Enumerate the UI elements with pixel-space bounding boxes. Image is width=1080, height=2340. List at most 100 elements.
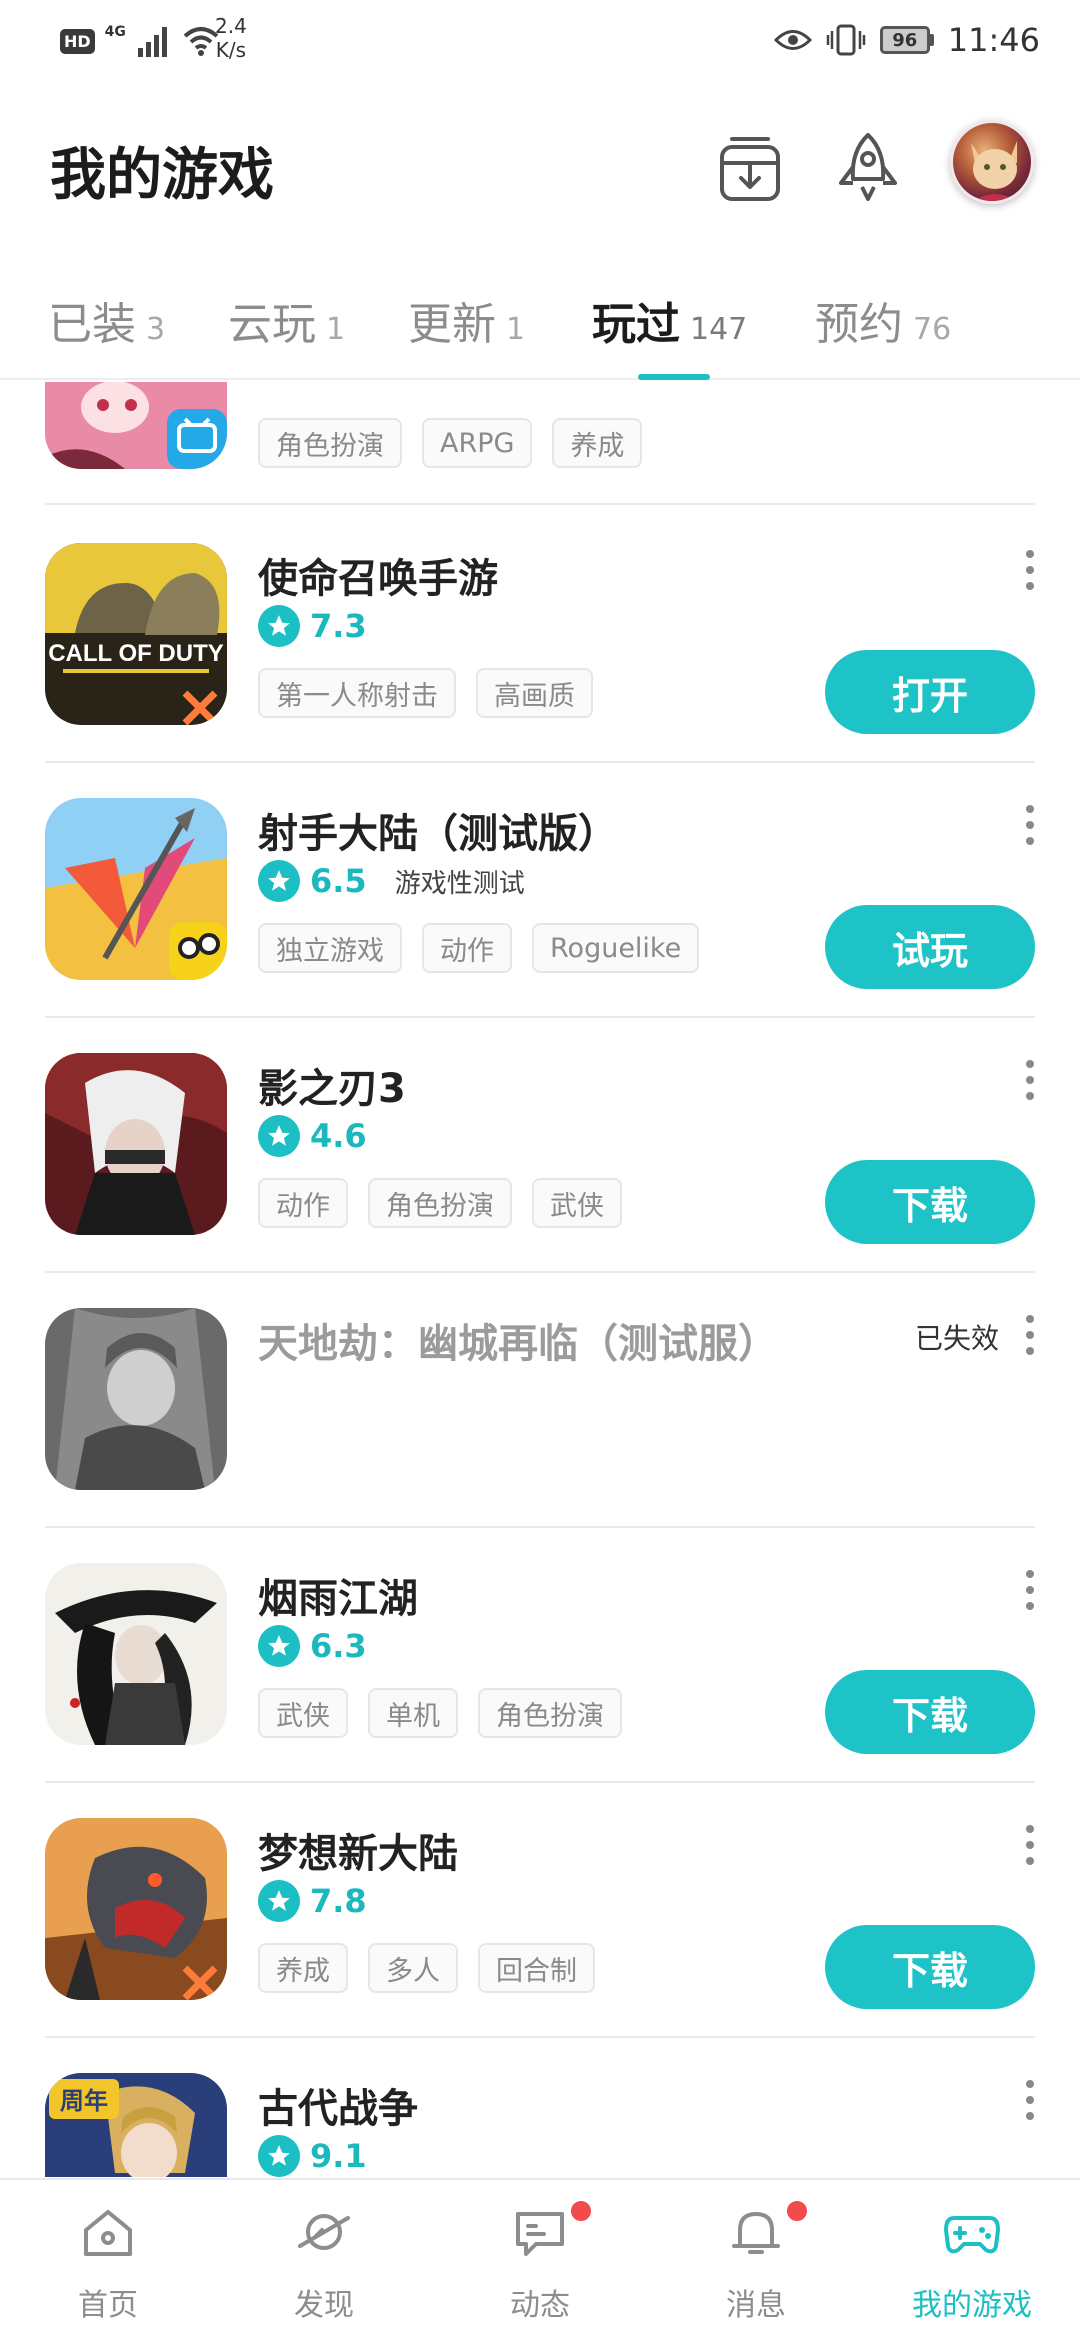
game-icon[interactable]: 周年 <box>45 2073 227 2177</box>
star-icon <box>258 605 300 647</box>
nav-discover[interactable]: 发现 <box>216 2180 432 2340</box>
tag: 动作 <box>422 923 512 973</box>
game-row[interactable]: CALL OF DUTY 使命召唤手游 7.3 第一人称射击 高画质 打开 <box>45 508 1035 763</box>
tab-label: 玩过 <box>592 299 680 350</box>
game-tags: 养成 多人 回合制 <box>258 1943 595 1993</box>
game-name[interactable]: 影之刃3 <box>258 1056 406 1114</box>
star-icon <box>258 1625 300 1667</box>
vibrate-icon <box>826 24 866 56</box>
game-name[interactable]: 射手大陆（测试版） <box>258 801 618 859</box>
speedup-button[interactable] <box>828 128 908 208</box>
tab-label: 更新 <box>408 299 496 350</box>
game-icon[interactable]: CALL OF DUTY <box>45 543 227 725</box>
game-icon[interactable] <box>45 1818 227 2000</box>
notification-badge <box>568 2198 594 2224</box>
gamepad-icon <box>944 2216 1000 2254</box>
game-icon[interactable] <box>45 1563 227 1745</box>
anniversary-badge-text: 周年 <box>60 2087 108 2115</box>
more-options-icon[interactable] <box>1025 550 1035 590</box>
tag: 独立游戏 <box>258 923 402 973</box>
more-options-icon[interactable] <box>1025 1060 1035 1100</box>
speed-unit: K/s <box>215 38 247 62</box>
open-button[interactable]: 打开 <box>825 650 1035 734</box>
tag: 多人 <box>368 1943 458 1993</box>
game-icon[interactable] <box>45 798 227 980</box>
hd-badge: HD <box>60 28 95 54</box>
more-options-icon[interactable] <box>1025 1570 1035 1610</box>
tab-played[interactable]: 玩过 147 <box>592 288 747 352</box>
game-icon[interactable] <box>45 1053 227 1235</box>
game-row[interactable]: 烟雨江湖 6.3 武侠 单机 角色扮演 下载 <box>45 1528 1035 1783</box>
tag: 高画质 <box>476 668 593 718</box>
game-name[interactable]: 古代战争 <box>258 2076 418 2134</box>
tab-reserved[interactable]: 预约 76 <box>815 288 951 352</box>
status-left: HD 4G <box>60 16 220 66</box>
game-rating: 9.1 <box>258 2135 367 2177</box>
star-icon <box>258 2135 300 2177</box>
game-name[interactable]: 梦想新大陆 <box>258 1821 458 1879</box>
status-right: 96 11:46 <box>773 18 1040 62</box>
game-row[interactable]: 角色扮演 ARPG 养成 <box>45 382 1035 505</box>
rating-score: 7.8 <box>310 1882 367 1920</box>
nav-my-games[interactable]: 我的游戏 <box>864 2180 1080 2340</box>
test-note: 游戏性测试 <box>394 868 525 899</box>
tab-installed[interactable]: 已装 3 <box>48 288 165 352</box>
tab-label: 已装 <box>48 299 136 350</box>
game-row[interactable]: 射手大陆（测试版） 6.5 游戏性测试 独立游戏 动作 Roguelike 试玩 <box>45 763 1035 1018</box>
network-type: 4G <box>104 24 126 40</box>
nav-feed[interactable]: 动态 <box>432 2180 648 2340</box>
tab-updates[interactable]: 更新 1 <box>408 288 525 352</box>
download-button[interactable]: 下载 <box>825 1670 1035 1754</box>
status-bar: HD 4G 2.4 K/s 96 11:46 <box>0 0 1080 80</box>
planet-icon <box>298 2214 350 2250</box>
anime-girl-game-art <box>45 382 227 469</box>
more-options-icon[interactable] <box>1025 2080 1035 2120</box>
active-tab-indicator <box>638 374 710 380</box>
avatar-image <box>971 141 1017 201</box>
game-row[interactable]: 周年 古代战争 9.1 <box>45 2038 1035 2177</box>
game-row[interactable]: 影之刃3 4.6 动作 角色扮演 武侠 下载 <box>45 1018 1035 1273</box>
more-options-icon[interactable] <box>1025 805 1035 845</box>
bottom-navigation: 首页 发现 动态 消息 我的游戏 <box>0 2178 1080 2340</box>
tag: 角色扮演 <box>258 418 402 468</box>
notification-badge <box>784 2198 810 2224</box>
game-rating: 6.3 <box>258 1625 367 1667</box>
game-row[interactable]: 天地劫：幽城再临（测试服） 已失效 <box>45 1273 1035 1528</box>
more-options-icon[interactable] <box>1025 1315 1035 1355</box>
tag: 动作 <box>258 1178 348 1228</box>
yanyu-jianghu-game-art <box>45 1563 227 1745</box>
game-tags: 武侠 单机 角色扮演 <box>258 1688 622 1738</box>
game-name[interactable]: 使命召唤手游 <box>258 546 498 604</box>
shadow-blade-game-art <box>45 1053 227 1235</box>
user-avatar[interactable] <box>950 120 1034 204</box>
game-rating: 4.6 <box>258 1115 367 1157</box>
game-icon[interactable] <box>45 382 227 469</box>
game-list[interactable]: 角色扮演 ARPG 养成 CALL OF DUTY 使命召唤手游 7.3 第一人… <box>0 382 1080 2177</box>
tag: 角色扮演 <box>478 1688 622 1738</box>
chat-icon <box>516 2212 564 2256</box>
game-tags: 动作 角色扮演 武侠 <box>258 1178 622 1228</box>
nav-home[interactable]: 首页 <box>0 2180 216 2340</box>
download-button[interactable]: 下载 <box>825 1925 1035 2009</box>
battery-tip <box>929 34 934 46</box>
tab-bar: 已装 3 云玩 1 更新 1 玩过 147 预约 76 <box>0 270 1080 380</box>
download-manager-button[interactable] <box>710 128 790 208</box>
tab-count: 147 <box>690 312 748 347</box>
game-icon[interactable] <box>45 1308 227 1490</box>
call-of-duty-game-art: CALL OF DUTY <box>45 543 227 725</box>
tag: ARPG <box>422 418 533 468</box>
game-name[interactable]: 烟雨江湖 <box>258 1566 418 1624</box>
nav-messages[interactable]: 消息 <box>648 2180 864 2340</box>
rocket-icon <box>839 133 897 201</box>
game-tags: 第一人称射击 高画质 <box>258 668 593 718</box>
download-tray-icon <box>720 137 780 201</box>
try-play-button[interactable]: 试玩 <box>825 905 1035 989</box>
nav-label: 我的游戏 <box>912 2288 1032 2323</box>
game-row[interactable]: 梦想新大陆 7.8 养成 多人 回合制 下载 <box>45 1783 1035 2038</box>
download-button[interactable]: 下载 <box>825 1160 1035 1244</box>
more-options-icon[interactable] <box>1025 1825 1035 1865</box>
tab-cloud-play[interactable]: 云玩 1 <box>228 288 345 352</box>
tab-label: 预约 <box>815 299 903 350</box>
rating-score: 4.6 <box>310 1117 367 1155</box>
game-name[interactable]: 天地劫：幽城再临（测试服） <box>258 1311 778 1369</box>
